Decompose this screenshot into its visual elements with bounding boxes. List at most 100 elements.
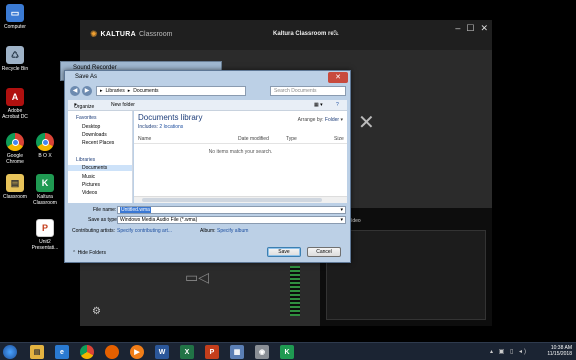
nav-item-pictures[interactable]: Pictures (68, 182, 100, 188)
nav-item-desktop[interactable]: Desktop (68, 124, 100, 130)
breadcrumb-separator: ▸ (127, 88, 131, 94)
word-icon[interactable]: W (155, 345, 169, 359)
new-folder-button[interactable]: New folder (111, 102, 135, 108)
column-headers: Name Date modified Type Size (134, 135, 347, 144)
save-as-dialog: Save As ✕ ◀ ▶ ▸ Libraries ▸ Documents Se… (64, 70, 351, 263)
nav-libraries[interactable]: Libraries (68, 157, 95, 163)
kaltura-title-bar: ✺ KALTURA Classroom Kaltura Classroom re… (80, 20, 492, 50)
desktop-icon-label: Kaltura Classroom (33, 194, 57, 206)
camera-icon[interactable]: ▭◁ (185, 269, 209, 286)
media-player-icon[interactable]: ▶ (130, 345, 144, 359)
clock-date: 11/15/2018 (547, 351, 572, 357)
navigation-pane: Favorites Desktop Downloads Recent Place… (68, 111, 133, 203)
firefox-icon[interactable] (105, 345, 119, 359)
computer-icon: ▭ (6, 4, 24, 22)
chrome-icon[interactable] (80, 345, 94, 359)
kaltura-brand: KALTURA (100, 31, 136, 38)
search-input[interactable]: Search Documents (270, 86, 346, 96)
back-button[interactable]: ◀ (70, 86, 80, 96)
kaltura-icon[interactable]: K (280, 345, 294, 359)
column-size[interactable]: Size (334, 136, 344, 142)
desktop-icon-label: Classroom (3, 194, 27, 200)
desktop-icon-label: Adobe Acrobat DC (2, 108, 28, 120)
kaltura-logo: ✺ KALTURA Classroom (90, 29, 172, 40)
kaltura-window-controls: – ☐ ✕ (455, 23, 488, 34)
navigation-bar: ◀ ▶ ▸ Libraries ▸ Documents Search Docum… (68, 85, 347, 98)
library-includes: Includes: 2 locations (138, 124, 184, 130)
scrollbar-thumb[interactable] (142, 198, 322, 202)
kaltura-brand-sub: Classroom (138, 31, 173, 38)
desktop-icon-label: B O X (38, 153, 52, 159)
desktop-icon-unit2[interactable]: P Unit2 Presentati... (30, 219, 60, 251)
chevron-down-icon[interactable]: ▾ (340, 207, 343, 213)
cancel-button[interactable]: Cancel (307, 247, 341, 257)
desktop-icon-label: Computer (4, 24, 26, 30)
desktop-icon-acrobat[interactable]: A Adobe Acrobat DC (0, 88, 30, 120)
recycle-bin-icon: ♺ (6, 46, 24, 64)
save-type-value: Windows Media Audio File (*.wma) (120, 217, 198, 223)
desktop-icon-computer[interactable]: ▭ Computer (0, 4, 30, 30)
dialog-title: Save As (75, 74, 98, 80)
clock[interactable]: 10:38 AM 11/15/2018 (547, 345, 572, 357)
desktop-icon-label: Recycle Bin (1, 66, 29, 72)
system-tray-icons[interactable]: ▴ ▣ ▯ ◂) (490, 348, 528, 355)
internet-explorer-icon[interactable]: e (55, 345, 69, 359)
kaltura-icon: K (36, 174, 54, 192)
forward-button[interactable]: ▶ (82, 86, 92, 96)
album-field[interactable]: Specify album (217, 228, 248, 234)
control-panel-icon[interactable]: ▦ (230, 345, 244, 359)
organize-button[interactable]: Organize ▾ (74, 102, 94, 110)
view-options-icon[interactable]: ▦ ▾ (314, 102, 323, 108)
breadcrumb-libraries[interactable]: Libraries (106, 87, 125, 95)
nav-item-documents[interactable]: Documents (68, 165, 132, 171)
desktop-icon-kaltura[interactable]: K Kaltura Classroom (30, 174, 60, 206)
powerpoint-file-icon: P (36, 219, 54, 237)
desktop-icon-classroom[interactable]: ▤ Classroom (0, 174, 30, 200)
edit-icon[interactable]: ✎ (333, 29, 339, 37)
nav-item-recent-places[interactable]: Recent Places (68, 140, 114, 146)
close-preview-icon[interactable]: ✕ (358, 110, 375, 135)
save-type-select[interactable]: Windows Media Audio File (*.wma) ▾ (117, 216, 346, 224)
settings-gear-icon[interactable]: ⚙ (92, 306, 101, 317)
save-type-label: Save as type: (88, 217, 119, 223)
desktop-icon-box[interactable]: B O X (30, 133, 60, 159)
chrome-icon (36, 133, 54, 151)
file-name-label: File name: (93, 207, 117, 213)
horizontal-scrollbar[interactable] (134, 196, 347, 203)
save-button[interactable]: Save (267, 247, 301, 257)
chevron-down-icon: ▾ (340, 217, 343, 223)
excel-icon[interactable]: X (180, 345, 194, 359)
column-type[interactable]: Type (286, 136, 297, 142)
close-icon[interactable]: ✕ (480, 23, 488, 34)
maximize-icon[interactable]: ☐ (466, 23, 474, 34)
contributing-artists-label: Contributing artists: (72, 228, 116, 234)
chrome-icon (6, 133, 24, 151)
locations-link[interactable]: 2 locations (159, 124, 183, 130)
nav-item-videos[interactable]: Videos (68, 190, 97, 196)
address-bar[interactable]: ▸ Libraries ▸ Documents (96, 86, 246, 96)
contributing-artists-field[interactable]: Specify contributing art... (117, 228, 172, 234)
powerpoint-icon[interactable]: P (205, 345, 219, 359)
file-explorer-icon[interactable]: ▤ (30, 345, 44, 359)
column-name[interactable]: Name (138, 136, 151, 142)
file-list-area: Documents library Includes: 2 locations … (134, 111, 347, 203)
desktop-icon-chrome[interactable]: Google Chrome (0, 133, 30, 165)
nav-item-downloads[interactable]: Downloads (68, 132, 107, 138)
close-button[interactable]: ✕ (328, 72, 348, 83)
file-name-field[interactable]: Untitled.wma ▾ (117, 206, 346, 214)
sound-recorder-icon[interactable]: ◉ (255, 345, 269, 359)
nav-item-music[interactable]: Music (68, 174, 95, 180)
start-button[interactable] (3, 345, 17, 359)
file-name-value: Untitled.wma (120, 207, 151, 213)
breadcrumb-documents[interactable]: Documents (133, 87, 158, 95)
minimize-icon[interactable]: – (455, 23, 460, 34)
hide-folders-button[interactable]: ⌃ Hide Folders (72, 250, 106, 256)
arrange-by-dropdown[interactable]: Folder (325, 117, 339, 123)
help-icon[interactable]: ? (336, 102, 339, 108)
desktop-icon-recycle-bin[interactable]: ♺ Recycle Bin (0, 46, 30, 72)
kaltura-recording-title[interactable]: Kaltura Classroom re... (273, 31, 339, 37)
nav-favorites[interactable]: Favorites (68, 115, 97, 121)
column-date-modified[interactable]: Date modified (238, 136, 269, 142)
taskbar: ▤ e ▶ W X P ▦ ◉ K ▴ ▣ ▯ ◂) 10:38 AM 11/1… (0, 342, 576, 360)
arrange-by: Arrange by: Folder ▾ (297, 117, 343, 123)
